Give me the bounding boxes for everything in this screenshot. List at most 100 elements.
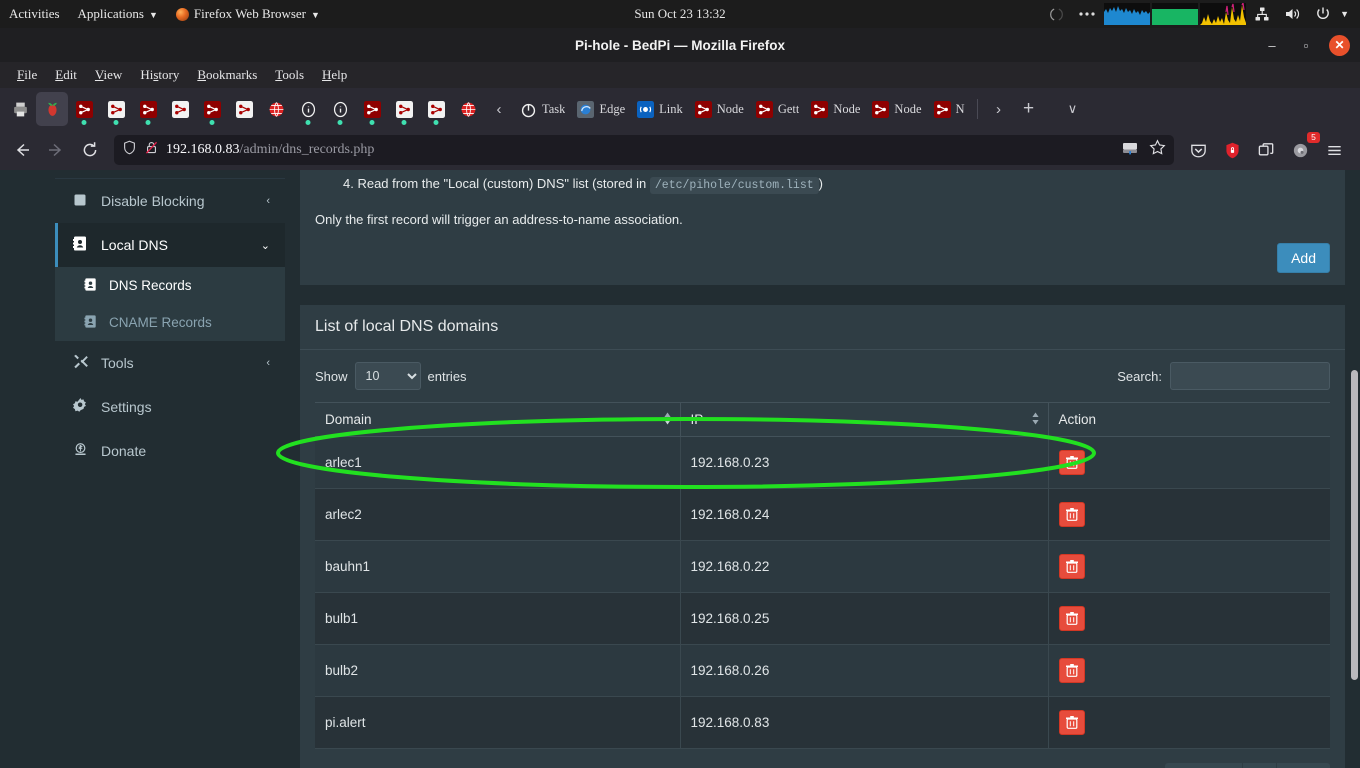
close-button[interactable]: ✕ <box>1329 34 1350 56</box>
add-button[interactable]: Add <box>1277 243 1330 273</box>
tab-scroll-left-button[interactable]: ‹ <box>484 94 514 124</box>
table-row[interactable]: bulb2 192.168.0.26 <box>315 644 1330 697</box>
tab-nodered-8[interactable] <box>388 92 420 126</box>
sidebar-item-settings[interactable]: Settings <box>55 385 285 429</box>
table-row[interactable]: arlec1 192.168.0.23 <box>315 436 1330 489</box>
column-header-domain[interactable]: Domain <box>315 402 681 437</box>
table-row[interactable]: bauhn1 192.168.0.22 <box>315 540 1330 593</box>
app-menu-firefox[interactable]: Firefox Web Browser ▼ <box>167 0 329 28</box>
tab-nodered-2[interactable] <box>100 92 132 126</box>
sort-icon <box>663 412 672 428</box>
tab-nodered-1[interactable] <box>68 92 100 126</box>
table-row[interactable]: arlec2 192.168.0.24 <box>315 488 1330 541</box>
tab-edge[interactable]: Edge <box>571 92 631 126</box>
network-icon[interactable] <box>1247 0 1277 28</box>
tab-scroll-right-button[interactable]: › <box>984 94 1014 124</box>
menu-bookmarks[interactable]: Bookmarks <box>188 65 266 85</box>
delete-button[interactable] <box>1058 658 1085 683</box>
url-text[interactable]: 192.168.0.83/admin/dns_records.php <box>166 142 374 158</box>
sidebar-item-local-dns[interactable]: Local DNS ⌄ DNS Records CNAME Records <box>55 223 285 341</box>
search-input[interactable] <box>1170 362 1330 390</box>
list-all-tabs-button[interactable]: ∨ <box>1058 94 1088 124</box>
table-row[interactable]: bulb1 192.168.0.25 <box>315 592 1330 645</box>
tab-link[interactable]: Link <box>631 92 689 126</box>
menu-file[interactable]: File <box>8 65 46 85</box>
lock-crossed-icon[interactable] <box>144 140 159 160</box>
add-record-panel: 4. Read from the "Local (custom) DNS" li… <box>300 170 1345 285</box>
container-tabs-icon[interactable] <box>1250 135 1282 165</box>
tab-nodered-c[interactable]: Node <box>866 92 927 126</box>
delete-button[interactable] <box>1058 710 1085 735</box>
applications-menu[interactable]: Applications ▼ <box>69 0 167 28</box>
sidebar-sublabel: DNS Records <box>109 278 192 293</box>
table-row[interactable]: pi.alert 192.168.0.83 <box>315 696 1330 749</box>
entries-select[interactable]: 10 25 50 100 All <box>354 362 421 390</box>
tab-info-1[interactable] <box>292 92 324 126</box>
page-scrollbar[interactable] <box>1351 370 1358 680</box>
delete-button[interactable] <box>1058 606 1085 631</box>
reload-button[interactable] <box>74 135 106 165</box>
back-button[interactable] <box>6 135 38 165</box>
tab-nodered-5[interactable] <box>196 92 228 126</box>
tab-nodered-a[interactable]: Node <box>689 92 750 126</box>
sidebar-label: Disable Blocking <box>101 193 205 209</box>
hamburger-menu-icon[interactable] <box>1318 135 1350 165</box>
tab-tasker[interactable]: Task <box>514 92 571 126</box>
power-icon[interactable] <box>1308 0 1338 28</box>
pagination-page-1[interactable]: 1 <box>1243 763 1278 768</box>
sidebar-item-dns-records[interactable]: DNS Records <box>55 267 285 304</box>
menu-edit[interactable]: Edit <box>46 65 86 85</box>
activities-button[interactable]: Activities <box>0 0 69 28</box>
chevron-down-icon[interactable]: ▼ <box>1338 0 1356 28</box>
extension-icon[interactable]: 5 <box>1284 132 1320 165</box>
url-path: /admin/dns_records.php <box>239 142 375 157</box>
tab-globe-2[interactable] <box>452 92 484 126</box>
delete-button[interactable] <box>1058 450 1085 475</box>
tab-pihole-active[interactable] <box>36 92 68 126</box>
menu-history[interactable]: History <box>131 65 188 85</box>
network-graph-icon[interactable] <box>1199 0 1247 28</box>
tab-printer[interactable] <box>4 92 36 126</box>
sidebar-item-cname-records[interactable]: CNAME Records <box>55 304 285 341</box>
tab-nodered-b[interactable]: Node <box>805 92 866 126</box>
star-icon[interactable] <box>1149 139 1166 161</box>
tab-info-2[interactable] <box>324 92 356 126</box>
tab-globe-1[interactable] <box>260 92 292 126</box>
url-bar[interactable]: 192.168.0.83/admin/dns_records.php <box>114 135 1174 165</box>
ellipsis-icon[interactable] <box>1071 0 1103 28</box>
minimize-button[interactable]: – <box>1261 34 1283 56</box>
pagination-previous[interactable]: Previous <box>1165 763 1244 768</box>
globe-icon <box>461 101 475 117</box>
sidebar-item-tools[interactable]: Tools ‹ <box>55 341 285 385</box>
forward-button[interactable] <box>40 135 72 165</box>
shield-icon[interactable] <box>122 140 137 160</box>
cpu-graph-icon[interactable] <box>1103 0 1151 28</box>
delete-button[interactable] <box>1058 502 1085 527</box>
delete-button[interactable] <box>1058 554 1085 579</box>
sidebar-label: Donate <box>101 443 147 459</box>
donate-icon <box>70 442 90 460</box>
column-label: IP <box>690 412 704 427</box>
cell-domain: bauhn1 <box>315 540 681 593</box>
tab-nodered-6[interactable] <box>228 92 260 126</box>
save-to-device-icon[interactable] <box>1121 140 1139 161</box>
new-tab-button[interactable]: + <box>1014 94 1044 124</box>
volume-icon[interactable] <box>1277 0 1308 28</box>
menu-help[interactable]: Help <box>313 65 356 85</box>
maximize-button[interactable]: ▫ <box>1295 34 1317 56</box>
sidebar-item-disable-blocking[interactable]: Disable Blocking ‹ <box>55 179 285 223</box>
memory-graph-icon[interactable] <box>1151 0 1199 28</box>
pocket-icon[interactable] <box>1182 135 1214 165</box>
sidebar-item-donate[interactable]: Donate <box>55 429 285 473</box>
menu-tools[interactable]: Tools <box>266 65 313 85</box>
tab-nodered-3[interactable] <box>132 92 164 126</box>
tab-nodered-9[interactable] <box>420 92 452 126</box>
tab-nodered-d[interactable]: N <box>928 92 971 126</box>
tab-nodered-4[interactable] <box>164 92 196 126</box>
tab-getting-started[interactable]: Gett <box>750 92 806 126</box>
privacy-badger-icon[interactable] <box>1216 135 1248 165</box>
column-header-ip[interactable]: IP <box>680 402 1049 437</box>
tab-nodered-7[interactable] <box>356 92 388 126</box>
pagination-next[interactable]: Next <box>1277 763 1330 768</box>
menu-view[interactable]: View <box>86 65 131 85</box>
